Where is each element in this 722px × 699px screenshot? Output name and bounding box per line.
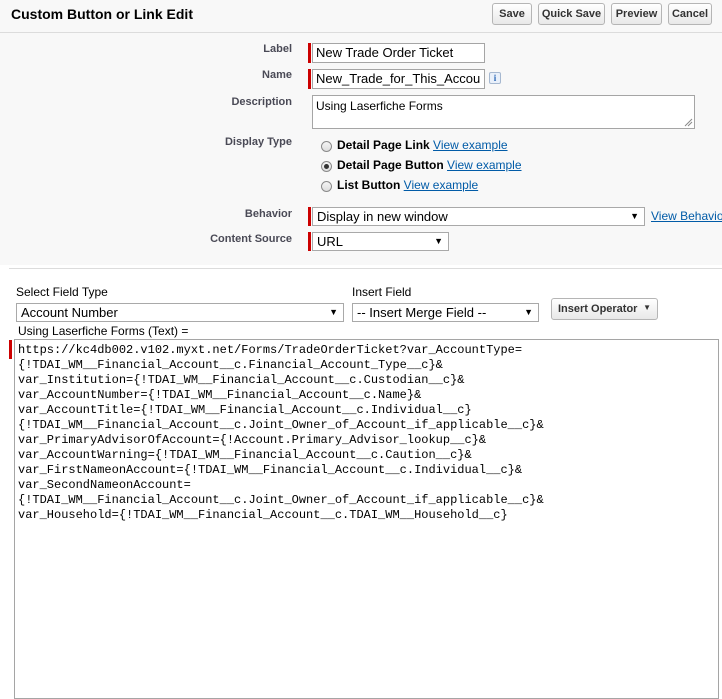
save-button[interactable]: Save [492,3,532,25]
info-icon[interactable]: i [489,72,501,84]
insert-field-select[interactable]: -- Insert Merge Field -- ▼ [352,303,539,322]
required-indicator [308,43,311,63]
resize-handle-icon[interactable] [684,118,693,127]
radio-detail-page-link[interactable] [321,141,332,152]
chevron-down-icon: ▼ [643,303,651,312]
insert-field-label: Insert Field [352,285,412,299]
behavior-select[interactable]: Display in new window ▼ [312,207,645,226]
field-type-value: Account Number [21,305,118,320]
select-field-type-label: Select Field Type [16,285,108,299]
option-list-button: List Button View example [337,178,478,192]
formula-label: Using Laserfiche Forms (Text) = [18,324,189,338]
page-title: Custom Button or Link Edit [11,6,193,22]
url-code-editor[interactable]: https://kc4db002.v102.myxt.net/Forms/Tra… [14,339,719,699]
content-source-label: Content Source [210,233,292,245]
name-field-label: Name [262,69,292,81]
required-indicator [9,340,12,359]
required-indicator [308,207,311,226]
view-example-link[interactable]: View example [433,138,507,152]
description-field-label: Description [231,96,292,108]
description-textarea[interactable]: Using Laserfiche Forms [312,95,695,129]
required-indicator [308,232,311,251]
option-label: Detail Page Link [337,138,430,152]
behavior-value: Display in new window [317,209,448,224]
cancel-button[interactable]: Cancel [668,3,712,25]
field-type-select[interactable]: Account Number ▼ [16,303,344,322]
content-source-value: URL [317,234,344,249]
name-input[interactable]: New_Trade_for_This_Accou [312,69,485,89]
preview-button[interactable]: Preview [611,3,662,25]
chevron-down-icon: ▼ [630,211,639,221]
page-header: Custom Button or Link Edit Save Quick Sa… [0,0,722,33]
view-behavior-link[interactable]: View Behavio [651,209,722,223]
chevron-down-icon: ▼ [329,307,338,317]
view-example-link[interactable]: View example [447,158,521,172]
insert-operator-button[interactable]: Insert Operator ▼ [551,298,658,320]
required-indicator [308,69,311,89]
option-detail-page-link: Detail Page Link View example [337,138,508,152]
label-field-label: Label [263,43,292,55]
content-source-select[interactable]: URL ▼ [312,232,449,251]
insert-field-value: -- Insert Merge Field -- [357,305,487,320]
divider [9,268,722,269]
option-label: Detail Page Button [337,158,444,172]
quick-save-button[interactable]: Quick Save [538,3,605,25]
behavior-label: Behavior [244,208,292,220]
option-detail-page-button: Detail Page Button View example [337,158,522,172]
radio-list-button[interactable] [321,181,332,192]
label-input[interactable]: New Trade Order Ticket [312,43,485,63]
insert-operator-label: Insert Operator [558,303,638,315]
radio-detail-page-button[interactable] [321,161,332,172]
display-type-label: Display Type [224,136,292,148]
option-label: List Button [337,178,401,192]
chevron-down-icon: ▼ [434,236,443,246]
chevron-down-icon: ▼ [524,307,533,317]
view-example-link[interactable]: View example [404,178,478,192]
